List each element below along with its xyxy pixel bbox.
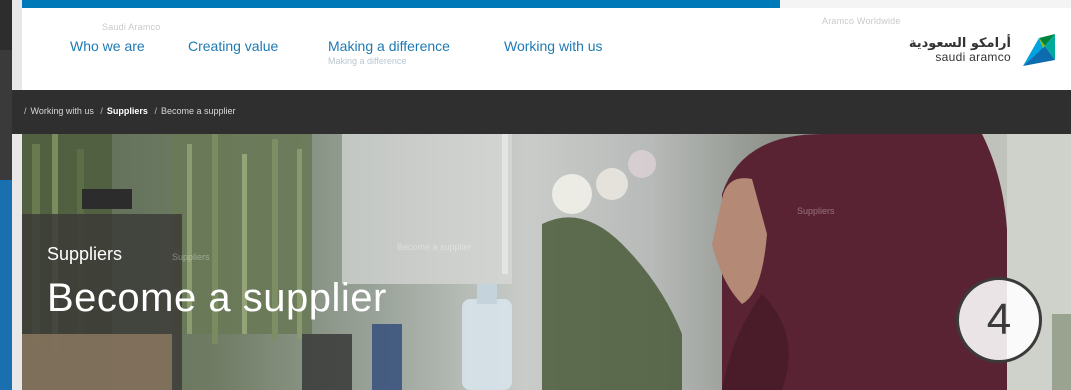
breadcrumb-separator: /: [24, 106, 27, 116]
nav-creating-value[interactable]: Creating value: [188, 38, 278, 54]
step-number-badge: 4: [956, 277, 1042, 363]
site-logo[interactable]: أرامكو السعودية saudi aramco: [909, 28, 1059, 72]
logo-arabic: أرامكو السعودية: [908, 35, 1011, 51]
header-faint-label-left: Saudi Aramco: [102, 22, 161, 32]
aramco-logo-icon: [1019, 30, 1059, 70]
hero-eyebrow: Suppliers: [47, 244, 123, 264]
top-accent-bar: [22, 0, 782, 8]
hero-banner: Suppliers Become a supplier Suppliers Su…: [22, 134, 1071, 390]
logo-latin: saudi aramco: [935, 49, 1011, 64]
hero-title: Become a supplier: [47, 276, 387, 320]
breadcrumb-suppliers[interactable]: Suppliers: [107, 106, 148, 116]
left-edge-accent: [0, 180, 12, 390]
left-edge-top: [0, 0, 12, 50]
site-header: Saudi Aramco Aramco Worldwide Who we are…: [22, 8, 1071, 90]
breadcrumb-current: Become a supplier: [160, 106, 236, 116]
nav-who-we-are[interactable]: Who we are: [70, 38, 145, 54]
page: Saudi Aramco Aramco Worldwide Who we are…: [0, 0, 1071, 390]
breadcrumb-working-with-us[interactable]: Working with us: [31, 106, 94, 116]
hero-faint-label: Suppliers: [797, 206, 835, 216]
breadcrumb: / Working with us / Suppliers / Become a su…: [20, 106, 236, 116]
logo-text: أرامكو السعودية saudi aramco: [909, 37, 1011, 63]
hero-faint-label: Suppliers: [172, 252, 210, 262]
nav-making-a-difference-sub: Making a difference: [328, 56, 407, 66]
breadcrumb-separator: /: [154, 106, 157, 116]
header-faint-label-right: Aramco Worldwide: [822, 16, 901, 26]
nav-working-with-us[interactable]: Working with us: [504, 38, 603, 54]
hero-photo: [22, 134, 1071, 390]
nav-making-a-difference-label: Making a difference: [328, 38, 450, 54]
breadcrumb-bar: / Working with us / Suppliers / Become a su…: [12, 90, 1071, 134]
breadcrumb-separator: /: [100, 106, 103, 116]
nav-making-a-difference[interactable]: Making a difference Making a difference: [328, 38, 450, 66]
hero-faint-label: Become a supplier: [397, 242, 472, 252]
